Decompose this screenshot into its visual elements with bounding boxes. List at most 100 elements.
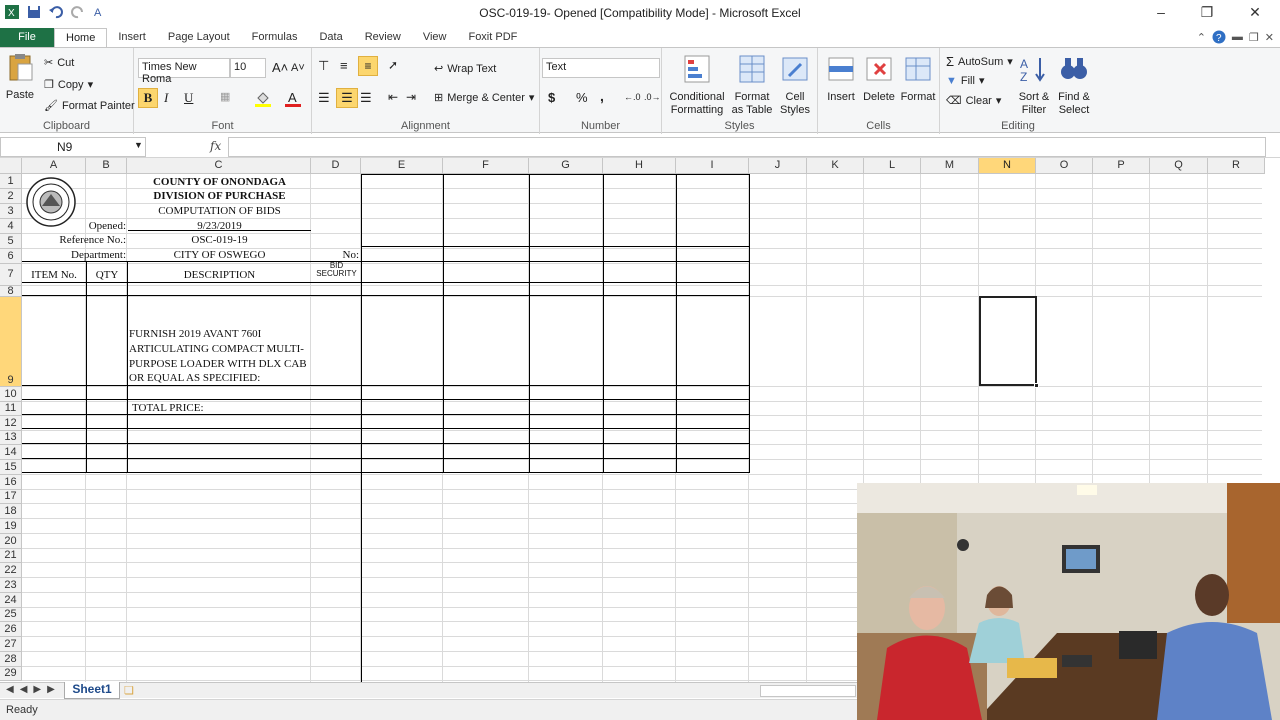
row-header-23[interactable]: 23 — [0, 578, 22, 593]
column-header-m[interactable]: M — [921, 158, 979, 174]
middle-align-button[interactable]: ≡ — [340, 58, 348, 73]
tab-home[interactable]: Home — [54, 28, 108, 48]
row-header-17[interactable]: 17 — [0, 490, 22, 504]
row-header-16[interactable]: 16 — [0, 475, 22, 490]
format-painter-button[interactable]: 🖌 Format Painter — [44, 99, 135, 113]
column-header-g[interactable]: G — [529, 158, 603, 174]
tab-foxit-pdf[interactable]: Foxit PDF — [457, 28, 528, 48]
font-color-button[interactable]: A — [284, 89, 302, 107]
row-header-15[interactable]: 15 — [0, 460, 22, 475]
paste-button[interactable]: Paste — [4, 52, 36, 102]
sheet-nav-arrows[interactable]: ◀◀▶▶ — [6, 684, 61, 695]
selected-cell-n9[interactable] — [979, 296, 1039, 388]
column-header-a[interactable]: A — [22, 158, 86, 174]
column-header-q[interactable]: Q — [1150, 158, 1208, 174]
format-cells-button[interactable]: Format — [898, 54, 938, 104]
workbook-minimize-icon[interactable]: ▬ — [1232, 31, 1243, 43]
tab-data[interactable]: Data — [308, 28, 353, 48]
tab-page-layout[interactable]: Page Layout — [157, 28, 241, 48]
fill-handle[interactable] — [1034, 383, 1039, 388]
increase-indent-button[interactable]: ⇥ — [406, 90, 416, 104]
close-button[interactable]: ✕ — [1240, 4, 1270, 24]
delete-cells-button[interactable]: Delete — [860, 54, 898, 104]
row-header-18[interactable]: 18 — [0, 504, 22, 519]
minimize-ribbon-icon[interactable]: ⌃ — [1197, 31, 1206, 44]
align-left-button[interactable]: ☰ — [318, 90, 330, 106]
row-header-9[interactable]: 9 — [0, 297, 22, 387]
cut-button[interactable]: ✂ Cut — [44, 56, 74, 70]
row-header-6[interactable]: 6 — [0, 249, 22, 264]
autosum-button[interactable]: Σ AutoSum ▾ — [946, 54, 1013, 69]
row-header-26[interactable]: 26 — [0, 622, 22, 637]
restore-button[interactable]: ❐ — [1192, 4, 1222, 24]
row-header-27[interactable]: 27 — [0, 637, 22, 652]
orientation-button[interactable]: ➚ — [388, 58, 398, 72]
format-as-table-button[interactable]: Format as Table — [728, 54, 776, 117]
column-header-e[interactable]: E — [361, 158, 443, 174]
currency-button[interactable]: $ — [548, 90, 555, 105]
row-header-13[interactable]: 13 — [0, 431, 22, 445]
tab-insert[interactable]: Insert — [107, 28, 157, 48]
column-header-n[interactable]: N — [979, 158, 1036, 174]
row-header-10[interactable]: 10 — [0, 387, 22, 402]
italic-button[interactable]: I — [164, 90, 168, 106]
row-header-7[interactable]: 7 — [0, 264, 22, 286]
insert-sheet-icon[interactable]: ❏ — [124, 684, 134, 697]
wrap-text-button[interactable]: ↩ Wrap Text — [434, 62, 496, 76]
row-header-5[interactable]: 5 — [0, 234, 22, 249]
insert-function-icon[interactable]: fx — [210, 139, 221, 153]
shrink-font-button[interactable]: A˅ — [291, 62, 305, 74]
row-header-12[interactable]: 12 — [0, 416, 22, 431]
row-header-29[interactable]: 29 — [0, 667, 22, 681]
underline-button[interactable]: U — [184, 90, 193, 106]
row-header-8[interactable]: 8 — [0, 286, 22, 297]
comma-button[interactable]: , — [600, 88, 604, 104]
conditional-formatting-button[interactable]: Conditional Formatting — [668, 54, 726, 117]
column-header-b[interactable]: B — [86, 158, 127, 174]
bottom-align-button[interactable]: ≡ — [358, 56, 378, 76]
column-header-o[interactable]: O — [1036, 158, 1093, 174]
copy-button[interactable]: ❐ Copy ▾ — [44, 78, 93, 92]
chevron-down-icon[interactable]: ▼ — [134, 140, 143, 150]
column-header-k[interactable]: K — [807, 158, 864, 174]
row-header-21[interactable]: 21 — [0, 549, 22, 563]
row-header-4[interactable]: 4 — [0, 219, 22, 234]
workbook-restore-icon[interactable]: ❐ — [1249, 31, 1259, 44]
align-right-button[interactable]: ☰ — [360, 90, 372, 106]
tab-review[interactable]: Review — [354, 28, 412, 48]
row-header-24[interactable]: 24 — [0, 593, 22, 608]
column-header-i[interactable]: I — [676, 158, 749, 174]
column-header-f[interactable]: F — [443, 158, 529, 174]
number-format-select[interactable]: Text — [542, 58, 660, 78]
tab-formulas[interactable]: Formulas — [241, 28, 309, 48]
clear-button[interactable]: ⌫ Clear ▾ — [946, 94, 1001, 108]
tab-file[interactable]: File — [0, 28, 54, 48]
row-header-28[interactable]: 28 — [0, 652, 22, 667]
decrease-indent-button[interactable]: ⇤ — [388, 90, 398, 104]
merge-center-button[interactable]: ⊞ Merge & Center ▾ — [434, 91, 534, 105]
column-header-c[interactable]: C — [127, 158, 311, 174]
workbook-close-icon[interactable]: ✕ — [1265, 31, 1274, 44]
column-header-r[interactable]: R — [1208, 158, 1265, 174]
column-header-p[interactable]: P — [1093, 158, 1150, 174]
align-center-button[interactable]: ☰ — [336, 88, 358, 108]
select-all-corner[interactable] — [0, 158, 22, 174]
name-box[interactable]: N9 — [0, 137, 146, 157]
column-header-h[interactable]: H — [603, 158, 676, 174]
row-header-1[interactable]: 1 — [0, 174, 22, 189]
row-header-11[interactable]: 11 — [0, 402, 22, 416]
horizontal-scrollbar[interactable] — [760, 685, 856, 697]
decrease-decimal-button[interactable]: .0→ — [644, 92, 661, 102]
bold-button[interactable]: B — [138, 88, 158, 108]
fill-color-button[interactable] — [254, 89, 272, 107]
top-align-button[interactable]: ⊤ — [318, 58, 329, 74]
percent-button[interactable]: % — [576, 90, 588, 105]
row-header-19[interactable]: 19 — [0, 519, 22, 534]
row-header-3[interactable]: 3 — [0, 204, 22, 219]
borders-button[interactable]: ▦ — [220, 90, 230, 103]
find-select-button[interactable]: Find & Select — [1054, 54, 1094, 117]
row-header-2[interactable]: 2 — [0, 189, 22, 204]
minimize-button[interactable]: – — [1146, 4, 1176, 24]
sheet-tab-sheet1[interactable]: Sheet1 — [64, 682, 120, 699]
increase-decimal-button[interactable]: ←.0 — [624, 92, 641, 102]
